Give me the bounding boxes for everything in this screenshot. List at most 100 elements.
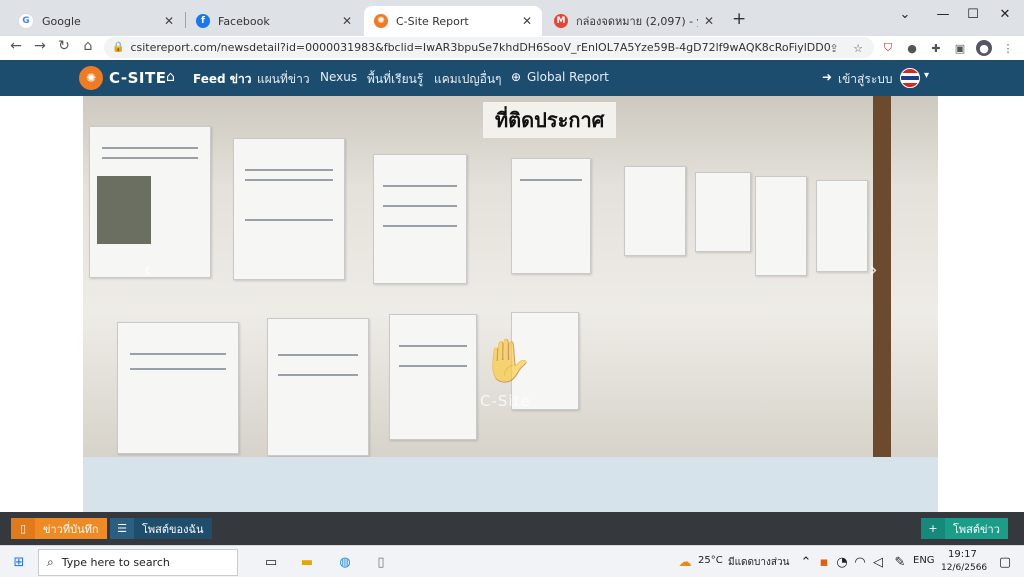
language-indicator[interactable]: ENG [913, 555, 935, 566]
window-close-icon[interactable]: ✕ [988, 0, 1022, 28]
close-icon[interactable]: ✕ [522, 14, 532, 28]
extension-badge-icon[interactable]: ● [904, 40, 920, 56]
new-tab-plus-icon[interactable]: + [732, 9, 746, 29]
facebook-icon: f [196, 14, 210, 28]
document-app-icon[interactable]: ▯ [370, 551, 392, 573]
site-navbar: ✺ C-SITE ⌂ Feed ข่าว แผนที่ข่าว Nexus พื… [0, 60, 1024, 96]
home-nav-icon[interactable]: ⌂ [166, 69, 175, 85]
home-icon[interactable]: ⌂ [78, 38, 98, 54]
carousel-next-icon[interactable]: › [869, 258, 878, 283]
share-icon[interactable]: ⇪ [826, 40, 842, 56]
logo-text: C-SITE [109, 69, 167, 87]
photo-watermark: C-Site [480, 392, 531, 410]
address-toolbar: ← → ↻ ⌂ 🔒 csitereport.com/newsdetail?id=… [0, 36, 1024, 61]
tab-title: Facebook [218, 14, 270, 28]
post-news-label: โพสต์ข่าว [945, 518, 1008, 539]
nav-global-report[interactable]: Global Report [527, 70, 609, 84]
thai-flag-icon[interactable] [900, 68, 920, 88]
tab-google[interactable]: G Google ✕ [8, 6, 184, 36]
saved-news-label: ข่าวที่บันทึก [35, 518, 107, 539]
my-posts-button[interactable]: ☰ โพสต์ของฉัน [110, 518, 212, 539]
posted-score-sheet [624, 166, 686, 256]
forward-icon[interactable]: → [30, 38, 50, 54]
file-explorer-icon[interactable]: ▬ [296, 551, 318, 573]
browser-tab-bar: G Google ✕ f Facebook ✕ ✺ C-Site Report … [0, 0, 1024, 36]
posted-document [511, 158, 591, 274]
tab-facebook[interactable]: f Facebook ✕ [186, 6, 362, 36]
bookmark-star-icon[interactable]: ☆ [850, 40, 866, 56]
site-logo[interactable]: ✺ C-SITE [79, 66, 166, 90]
page-right-margin [938, 96, 1024, 512]
reload-icon[interactable]: ↻ [54, 38, 74, 54]
extensions-puzzle-icon[interactable]: ✚ [928, 40, 944, 56]
windows-start-icon[interactable]: ⊞ [8, 551, 30, 573]
page-left-margin [0, 96, 83, 512]
close-icon[interactable]: ✕ [342, 14, 352, 28]
close-icon[interactable]: ✕ [164, 14, 174, 28]
posted-score-sheet [816, 180, 868, 272]
bookmark-icon: ▯ [11, 518, 35, 539]
tab-title: กล่องจดหมาย (2,097) - yodleksomi [576, 15, 698, 28]
nav-campaigns[interactable]: แคมเปญอื่นๆ [434, 70, 501, 89]
nav-learning[interactable]: พื้นที่เรียนรู้ [367, 70, 423, 89]
posted-document [117, 322, 239, 454]
clock-time[interactable]: 19:17 [948, 549, 977, 560]
nav-nexus[interactable]: Nexus [320, 70, 357, 84]
clock-date[interactable]: 12/6/2566 [941, 563, 987, 573]
tab-csite-report[interactable]: ✺ C-Site Report ✕ [364, 6, 542, 36]
extension-shield-icon[interactable]: ⛉ [880, 40, 896, 56]
posted-document [233, 138, 345, 280]
chevron-down-icon[interactable]: ▾ [924, 70, 929, 81]
back-icon[interactable]: ← [6, 38, 26, 54]
google-icon: G [18, 13, 34, 29]
csite-watermark-dove-icon: ✋ [481, 336, 534, 385]
address-bar[interactable]: 🔒 csitereport.com/newsdetail?id=00000319… [104, 37, 874, 58]
posted-document [267, 318, 369, 456]
side-panel-icon[interactable]: ▣ [952, 40, 968, 56]
carousel-prev-icon[interactable]: ‹ [143, 258, 152, 283]
posted-document [389, 314, 477, 440]
login-icon: ➜ [822, 70, 833, 84]
my-posts-label: โพสต์ของฉัน [134, 518, 212, 539]
pen-icon[interactable]: ✎ [889, 551, 911, 573]
weather-icon[interactable]: ☁ [674, 551, 696, 573]
bottom-action-bar: ▯ ข่าวที่บันทึก ☰ โพสต์ของฉัน + โพสต์ข่า… [0, 512, 1024, 545]
posted-score-sheet [755, 176, 807, 276]
tab-title: Google [42, 14, 81, 28]
content-area [83, 457, 938, 512]
search-icon: ⌕ [47, 555, 54, 569]
list-icon: ☰ [110, 518, 134, 539]
weather-desc[interactable]: มีแดดบางส่วน [728, 555, 789, 570]
tab-gmail[interactable]: M กล่องจดหมาย (2,097) - yodleksomi ✕ [544, 6, 724, 36]
taskbar-search-box[interactable]: ⌕ Type here to search [38, 549, 238, 576]
notifications-icon[interactable]: ▢ [994, 551, 1016, 573]
minimize-icon[interactable]: — [926, 0, 960, 28]
news-photo: ที่ติดประกาศ ✋ C-Site ‹ › [83, 96, 938, 457]
maximize-icon[interactable]: ☐ [956, 0, 990, 28]
url-text: csitereport.com/newsdetail?id=0000031983… [130, 41, 831, 54]
nav-news-map[interactable]: แผนที่ข่าว [257, 70, 310, 89]
plus-icon: + [921, 518, 945, 539]
menu-kebab-icon[interactable]: ⋮ [1000, 40, 1016, 56]
candidate-portrait [97, 176, 151, 244]
nav-feed[interactable]: Feed ข่าว [193, 70, 251, 89]
close-icon[interactable]: ✕ [704, 14, 714, 28]
gmail-icon: M [554, 14, 568, 28]
lock-icon: 🔒 [112, 42, 125, 53]
profile-avatar-icon[interactable]: ● [976, 40, 992, 56]
weather-temp[interactable]: 25°C [698, 555, 723, 566]
edge-browser-icon[interactable]: ◍ [334, 551, 356, 573]
volume-icon[interactable]: ◁ [867, 551, 889, 573]
tab-title: C-Site Report [396, 14, 469, 28]
post-news-button[interactable]: + โพสต์ข่าว [921, 518, 1008, 539]
csite-logo-icon: ✺ [79, 66, 103, 90]
tab-search-chevron-icon[interactable]: ⌄ [888, 0, 922, 28]
csite-icon: ✺ [374, 14, 388, 28]
search-placeholder: Type here to search [61, 556, 170, 569]
posted-score-sheet [695, 172, 751, 252]
task-view-icon[interactable]: ▭ [260, 551, 282, 573]
notice-board-sign: ที่ติดประกาศ [483, 102, 617, 138]
saved-news-button[interactable]: ▯ ข่าวที่บันทึก [11, 518, 107, 539]
login-link[interactable]: เข้าสู่ระบบ [838, 70, 893, 89]
windows-taskbar: ⊞ ⌕ Type here to search ▭ ▬ ◍ ▯ ☁ 25°C ม… [0, 545, 1024, 577]
